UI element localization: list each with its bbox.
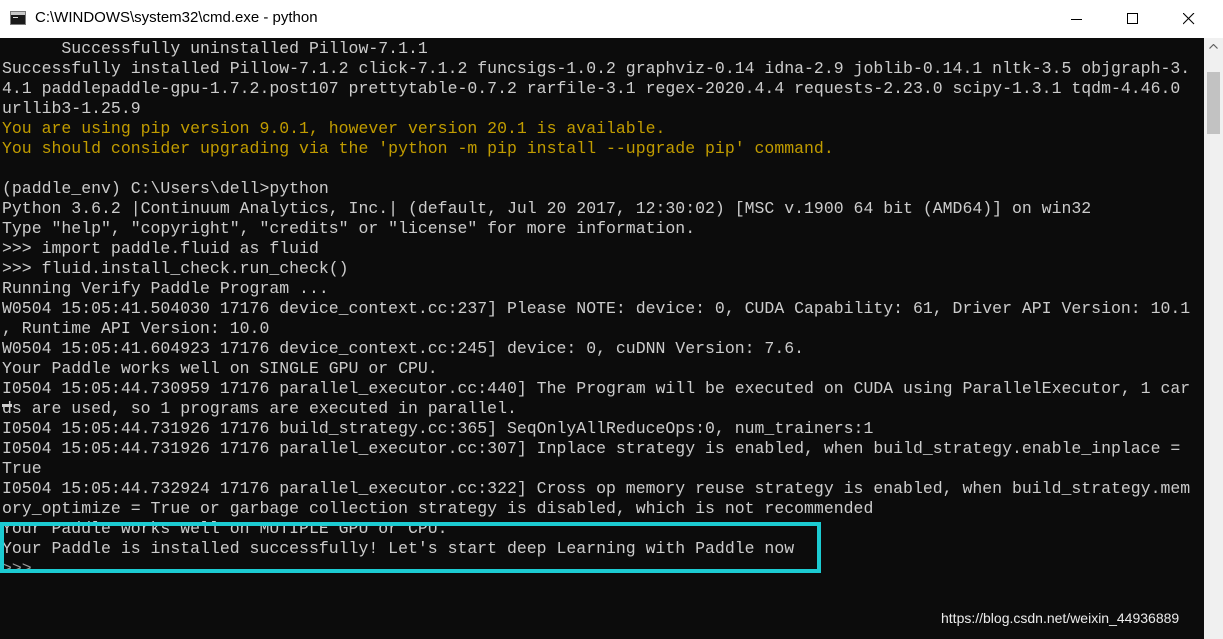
console-line: W0504 15:05:41.604923 17176 device_conte… (2, 339, 805, 358)
minimize-button[interactable] (1054, 0, 1100, 38)
close-icon (1183, 13, 1195, 25)
console-line: Python 3.6.2 |Continuum Analytics, Inc.|… (2, 199, 1092, 218)
console-line: Running Verify Paddle Program ... (2, 279, 329, 298)
maximize-button[interactable] (1110, 0, 1156, 38)
scroll-up-arrow-icon (1209, 44, 1218, 49)
console-line: I0504 15:05:44.731926 17176 parallel_exe… (2, 439, 1181, 458)
window-title: C:\WINDOWS\system32\cmd.exe - python (35, 9, 318, 26)
console-line: True (2, 459, 42, 478)
scroll-thumb[interactable] (1207, 72, 1220, 134)
console-line: >>> fluid.install_check.run_check() (2, 259, 349, 278)
cmd-icon[interactable] (10, 11, 26, 25)
scroll-up-button[interactable] (1204, 38, 1223, 55)
console-line: You should consider upgrading via the 'p… (2, 139, 834, 158)
cmd-window: C:\WINDOWS\system32\cmd.exe - python Suc… (0, 0, 1223, 639)
console-line: >>> import paddle.fluid as fluid (2, 239, 319, 258)
console-line: Your Paddle is installed successfully! L… (2, 539, 795, 558)
console-line: Your Paddle works well on MUTIPLE GPU or… (2, 519, 448, 538)
console-line: Successfully installed Pillow-7.1.2 clic… (2, 59, 1191, 78)
console-line: I0504 15:05:44.732924 17176 parallel_exe… (2, 479, 1191, 498)
console-line: I0504 15:05:44.730959 17176 parallel_exe… (2, 379, 1191, 398)
console-line: W0504 15:05:41.504030 17176 device_conte… (2, 299, 1191, 318)
console-line: 4.1 paddlepaddle-gpu-1.7.2.post107 prett… (2, 79, 1181, 98)
console-line: Successfully uninstalled Pillow-7.1.1 (2, 39, 428, 58)
console-line: (paddle_env) C:\Users\dell>python (2, 179, 329, 198)
console-line: urllib3-1.25.9 (2, 99, 141, 118)
close-button[interactable] (1166, 0, 1212, 38)
vertical-scrollbar[interactable] (1204, 38, 1223, 639)
title-bar[interactable]: C:\WINDOWS\system32\cmd.exe - python (0, 0, 1223, 38)
console-output[interactable]: Successfully uninstalled Pillow-7.1.1 Suc… (0, 38, 1204, 639)
console-line: ory_optimize = True or garbage collectio… (2, 499, 874, 518)
console-line: ds are used, so 1 programs are executed … (2, 399, 517, 418)
console-line: I0504 15:05:44.731926 17176 build_strate… (2, 419, 874, 438)
maximize-icon (1127, 13, 1138, 24)
console-line: Your Paddle works well on SINGLE GPU or … (2, 359, 438, 378)
watermark-text: https://blog.csdn.net/weixin_44936889 (941, 610, 1180, 626)
console-line: , Runtime API Version: 10.0 (2, 319, 270, 338)
minimize-icon (1071, 19, 1082, 20)
console-line: You are using pip version 9.0.1, however… (2, 119, 666, 138)
console-line: >>> (2, 559, 32, 578)
console-line: Type "help", "copyright", "credits" or "… (2, 219, 696, 238)
